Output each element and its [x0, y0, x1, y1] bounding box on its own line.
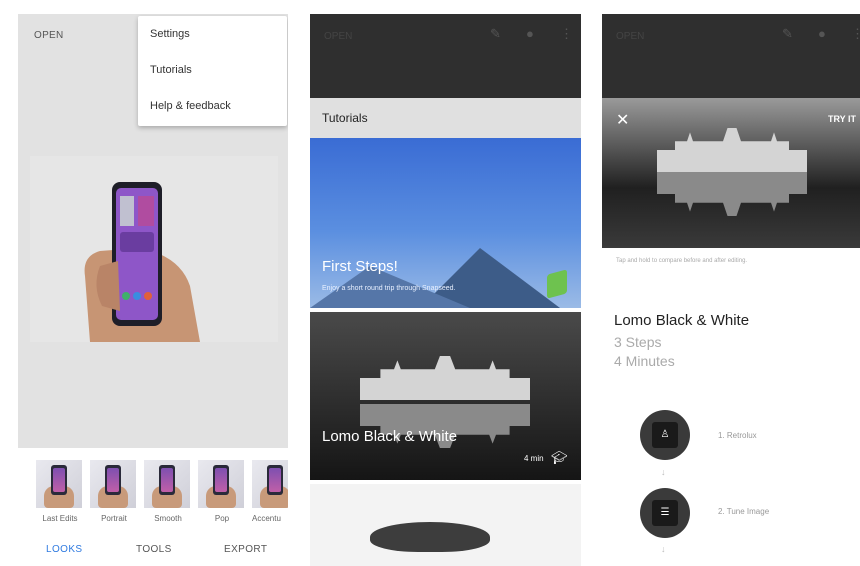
- look-thumbnail: [36, 460, 82, 508]
- tune-image-icon: ☰: [652, 500, 678, 526]
- bottom-tab-bar: LOOKS TOOLS EXPORT: [18, 542, 288, 562]
- tutorial-duration: 4 Minutes: [614, 353, 675, 369]
- look-label: Accentu: [252, 514, 281, 523]
- tutorial-preview-image[interactable]: ✕ TRY IT: [602, 98, 860, 248]
- card-duration: 4 min: [524, 454, 544, 463]
- open-button[interactable]: OPEN: [324, 31, 352, 42]
- more-vert-icon[interactable]: ⋮: [851, 26, 860, 42]
- looks-icon[interactable]: ✎: [782, 26, 793, 42]
- more-vert-icon[interactable]: ⋮: [560, 26, 573, 42]
- tutorial-card-tree[interactable]: [310, 484, 581, 566]
- tutorial-title: Lomo Black & White: [614, 312, 750, 329]
- edited-photo: [30, 156, 278, 342]
- card-subtitle: Enjoy a short round trip through Snapsee…: [322, 285, 456, 292]
- dimmed-top-bar: OPEN ✎ ● ⋮: [310, 14, 581, 98]
- tree-shape: [370, 522, 490, 552]
- look-thumbnail: [252, 460, 288, 508]
- tab-export[interactable]: EXPORT: [224, 544, 267, 555]
- step-2-label: 2. Tune Image: [718, 507, 770, 516]
- info-icon[interactable]: ●: [818, 26, 826, 41]
- tutorials-header: Tutorials: [310, 98, 581, 138]
- castle-shape: [360, 356, 530, 400]
- step-1-thumbnail[interactable]: ♙: [640, 410, 690, 460]
- looks-strip: Last Edits Portrait Smooth Pop Accentu: [18, 460, 288, 523]
- looks-icon[interactable]: ✎: [490, 26, 501, 42]
- phone-in-hand-image: [30, 156, 278, 342]
- graduation-cap-icon: 🎓︎: [551, 450, 568, 465]
- arrow-down-icon: ↓: [661, 544, 666, 554]
- menu-item-tutorials[interactable]: Tutorials: [138, 52, 287, 88]
- look-thumbnail: [144, 460, 190, 508]
- close-icon[interactable]: ✕: [616, 110, 629, 130]
- info-icon[interactable]: ●: [526, 26, 534, 41]
- card-title: First Steps!: [322, 258, 398, 275]
- look-label: Portrait: [101, 514, 127, 523]
- tutorials-panel: OPEN ✎ ● ⋮ Tutorials First Steps! Enjoy …: [310, 14, 581, 566]
- dimmed-top-bar: OPEN ✎ ● ⋮: [602, 14, 860, 98]
- compare-hint: Tap and hold to compare before and after…: [616, 258, 748, 264]
- open-button[interactable]: OPEN: [616, 31, 644, 42]
- look-thumbnail: [90, 460, 136, 508]
- tutorial-card-lomo[interactable]: Lomo Black & White 4 min 🎓︎: [310, 312, 581, 480]
- arrow-down-icon: ↓: [661, 467, 666, 477]
- look-last-edits[interactable]: Last Edits: [36, 460, 84, 523]
- look-smooth[interactable]: Smooth: [144, 460, 192, 523]
- overflow-menu: Settings Tutorials Help & feedback: [138, 16, 287, 126]
- castle-reflection-shape: [657, 172, 807, 216]
- look-thumbnail: [198, 460, 244, 508]
- tutorials-title: Tutorials: [322, 111, 368, 125]
- card-title: Lomo Black & White: [322, 428, 458, 445]
- try-it-button[interactable]: TRY IT: [828, 114, 856, 124]
- step-2-thumbnail[interactable]: ☰: [640, 488, 690, 538]
- castle-shape: [657, 128, 807, 172]
- tutorial-card-first-steps[interactable]: First Steps! Enjoy a short round trip th…: [310, 138, 581, 308]
- tutorial-detail-panel: OPEN ✎ ● ⋮ ✕ TRY IT Tap and hold to comp…: [602, 14, 860, 566]
- snapseed-logo-icon: [547, 269, 567, 299]
- look-label: Last Edits: [42, 514, 78, 523]
- look-label: Pop: [214, 514, 230, 523]
- look-label: Smooth: [154, 514, 182, 523]
- retrolux-icon: ♙: [652, 422, 678, 448]
- menu-item-help-feedback[interactable]: Help & feedback: [138, 88, 287, 124]
- look-pop[interactable]: Pop: [198, 460, 246, 523]
- look-portrait[interactable]: Portrait: [90, 460, 138, 523]
- home-screen-panel: OPEN Settings Tutorials Help & feedback: [18, 14, 288, 566]
- steps-count: 3 Steps: [614, 334, 662, 350]
- step-1-label: 1. Retrolux: [718, 431, 757, 440]
- tab-looks[interactable]: LOOKS: [46, 544, 82, 555]
- tab-tools[interactable]: TOOLS: [136, 544, 172, 555]
- look-accentuate[interactable]: Accentu: [252, 460, 288, 523]
- menu-item-settings[interactable]: Settings: [138, 16, 287, 52]
- open-button[interactable]: OPEN: [34, 30, 64, 41]
